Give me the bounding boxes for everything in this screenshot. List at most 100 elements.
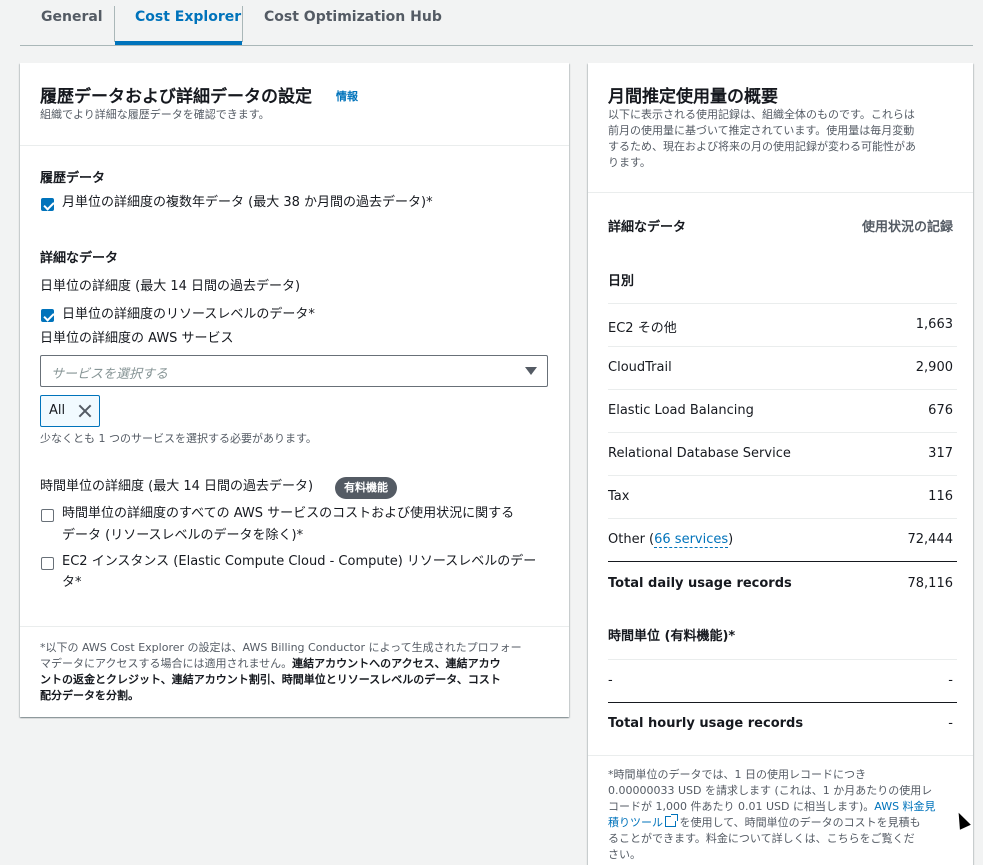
row-divider — [608, 389, 957, 390]
row-name-ec2-other: EC2 その他 — [608, 321, 677, 336]
total-daily-value: 78,116 — [907, 576, 954, 591]
daily-resource-checkbox[interactable] — [41, 309, 54, 322]
daily-section-label: 日別 — [608, 274, 635, 289]
note-line: 0.00000033 USD を請求します (これは、1 か月あたりの使用レ — [608, 784, 933, 797]
col-detailed-data: 詳細なデータ — [608, 220, 687, 235]
summary-header-divider — [588, 192, 973, 193]
tab-cost-explorer[interactable]: Cost Explorer — [135, 0, 241, 45]
tab-general[interactable]: General — [41, 0, 103, 45]
hourly-ec2-checkbox[interactable] — [41, 557, 54, 570]
note-text: コードが 1,000 件あたり 0.01 USD に相当します)。 — [608, 800, 875, 813]
row-name-tax: Tax — [608, 489, 630, 504]
footnote-line2-bold: 連結アカウントへのアクセス、連結アカウ — [292, 657, 501, 670]
tab-cost-optimization-hub[interactable]: Cost Optimization Hub — [264, 0, 442, 45]
other-suffix: ) — [728, 532, 734, 547]
summary-desc-line: するため、現在および将来の月の使用記録が変わる可能性があ — [608, 140, 916, 153]
external-link-icon[interactable] — [665, 814, 678, 827]
hourly-pricing-note: *時間単位のデータでは、1 日の使用レコードにつき 0.00000033 USD… — [608, 767, 958, 863]
row-value-tax: 116 — [928, 489, 953, 504]
row-value-elb: 676 — [928, 403, 953, 418]
panel-subtitle: 組織でより詳細な履歴データを確認できます。 — [40, 108, 270, 121]
row-divider — [608, 303, 957, 304]
hourly-ec2-label-line2: タ* — [62, 575, 82, 590]
daily-granularity-label: 日単位の詳細度 (最大 14 日間の過去データ) — [40, 279, 301, 294]
footnote-line4: 配分データを分割。 — [40, 688, 522, 704]
daily-aws-services-label: 日単位の詳細度の AWS サービス — [40, 331, 234, 346]
row-value-rds: 317 — [928, 446, 953, 461]
monthly-usage-summary-panel: 月間推定使用量の概要 以下に表示される使用記録は、組織全体のものです。これらは … — [588, 63, 973, 865]
note-line: コードが 1,000 件あたり 0.01 USD に相当します)。AWS 料金見 — [608, 799, 958, 815]
row-value-cloudtrail: 2,900 — [915, 360, 953, 375]
row-value-other: 72,444 — [907, 532, 954, 547]
monthly-multiyear-checkbox[interactable] — [41, 198, 54, 211]
note-line: ることができます。料金について詳しくは、こちらをご覧くだ — [608, 832, 915, 845]
other-prefix: Other ( — [608, 532, 655, 547]
row-divider — [608, 518, 957, 519]
header-divider — [20, 145, 569, 146]
note-line: *時間単位のデータでは、1 日の使用レコードにつき — [608, 768, 866, 781]
summary-desc-line: 前月の使用量に基づいて推定されています。使用量は毎月変動 — [608, 124, 915, 137]
row-divider — [608, 659, 957, 660]
tab-separator — [242, 6, 243, 42]
tab-bar: General Cost Explorer Cost Optimization … — [20, 0, 973, 46]
footnote: *以下の AWS Cost Explorer の設定は、AWS Billing … — [40, 640, 522, 704]
row-divider — [608, 346, 957, 347]
summary-desc-line: ります。 — [608, 156, 651, 169]
row-name-other: Other (66 services) — [608, 532, 734, 548]
row-name-elb: Elastic Load Balancing — [608, 403, 754, 418]
row-name-rds: Relational Database Service — [608, 446, 791, 461]
total-daily-label: Total daily usage records — [608, 576, 792, 591]
monthly-multiyear-label: 月単位の詳細度の複数年データ (最大 38 か月間の過去データ)* — [62, 195, 433, 210]
panel-title: 履歴データおよび詳細データの設定 — [40, 87, 312, 107]
history-section-title: 履歴データ — [40, 171, 106, 186]
footnote-line3: ントの返金とクレジット、連結アカウント割引、時間単位とリソースレベルのデータ、コ… — [40, 672, 522, 688]
footnote-line1: *以下の AWS Cost Explorer の設定は、AWS Billing … — [40, 641, 522, 654]
summary-description: 以下に表示される使用記録は、組織全体のものです。これらは 前月の使用量に基づいて… — [608, 107, 916, 171]
col-usage-records: 使用状況の記録 — [861, 220, 953, 235]
row-name-cloudtrail: CloudTrail — [608, 360, 672, 375]
hourly-all-services-label-line1: 時間単位の詳細度のすべての AWS サービスのコストおよび使用状況に関する — [62, 506, 515, 521]
info-link[interactable]: 情報 — [336, 88, 358, 104]
note-line: 積りツール を使用して、時間単位のデータのコストを見積も — [608, 814, 958, 831]
note-text: を使用して、時間単位のデータのコストを見積も — [676, 816, 921, 829]
hourly-row-value: - — [948, 673, 953, 688]
service-hint: 少なくとも 1 つのサービスを選択する必要があります。 — [40, 432, 317, 445]
hourly-ec2-label-line1: EC2 インスタンス (Elastic Compute Cloud - Comp… — [62, 554, 537, 569]
other-services-link[interactable]: 66 services — [654, 532, 729, 548]
summary-desc-line: 以下に表示される使用記録は、組織全体のものです。これらは — [608, 108, 915, 121]
footnote-line2: マデータにアクセスする場合には適用されません。連結アカウントへのアクセス、連結ア… — [40, 656, 522, 672]
close-icon[interactable] — [77, 402, 93, 420]
paid-feature-badge: 有料機能 — [335, 477, 397, 499]
row-divider — [608, 432, 957, 433]
token-label: All — [49, 403, 66, 418]
detail-section-title: 詳細なデータ — [40, 251, 119, 266]
pricing-calculator-link[interactable]: AWS 料金見 — [874, 800, 935, 813]
summary-footer-divider — [588, 755, 973, 756]
daily-resource-label: 日単位の詳細度のリソースレベルのデータ* — [62, 307, 315, 322]
service-select[interactable]: サービスを選択する — [40, 355, 548, 387]
total-divider — [608, 561, 957, 562]
footnote-line2-text: マデータにアクセスする場合には適用されません。 — [40, 657, 293, 670]
tab-separator — [114, 6, 115, 42]
history-detail-settings-panel: 履歴データおよび詳細データの設定 情報 組織でより詳細な履歴データを確認できます… — [20, 63, 569, 717]
hourly-all-services-label-line2: データ (リソースレベルのデータを除く)* — [62, 528, 304, 543]
summary-title: 月間推定使用量の概要 — [608, 87, 778, 107]
total-hourly-value: - — [948, 716, 953, 731]
total-divider — [608, 702, 957, 703]
note-line: さい。 — [608, 848, 641, 861]
hourly-granularity-label: 時間単位の詳細度 (最大 14 日間の過去データ) — [40, 479, 314, 494]
footnote-line4-bold: 配分データを分割。 — [40, 689, 139, 702]
token-all: All — [40, 395, 100, 427]
total-hourly-label: Total hourly usage records — [608, 716, 804, 731]
active-tab-indicator — [115, 41, 242, 45]
service-select-placeholder: サービスを選択する — [51, 367, 169, 382]
caret-down-icon — [525, 367, 537, 375]
hourly-section-label: 時間単位 (有料機能)* — [608, 629, 736, 644]
footer-divider — [20, 626, 569, 627]
hourly-all-services-checkbox[interactable] — [41, 509, 54, 522]
hourly-row-name: - — [608, 673, 613, 688]
pricing-calculator-link[interactable]: 積りツール — [608, 816, 663, 829]
row-value-ec2-other: 1,663 — [915, 317, 953, 332]
row-divider — [608, 475, 957, 476]
footnote-line3-bold: ントの返金とクレジット、連結アカウント割引、時間単位とリソースレベルのデータ、コ… — [40, 673, 501, 686]
